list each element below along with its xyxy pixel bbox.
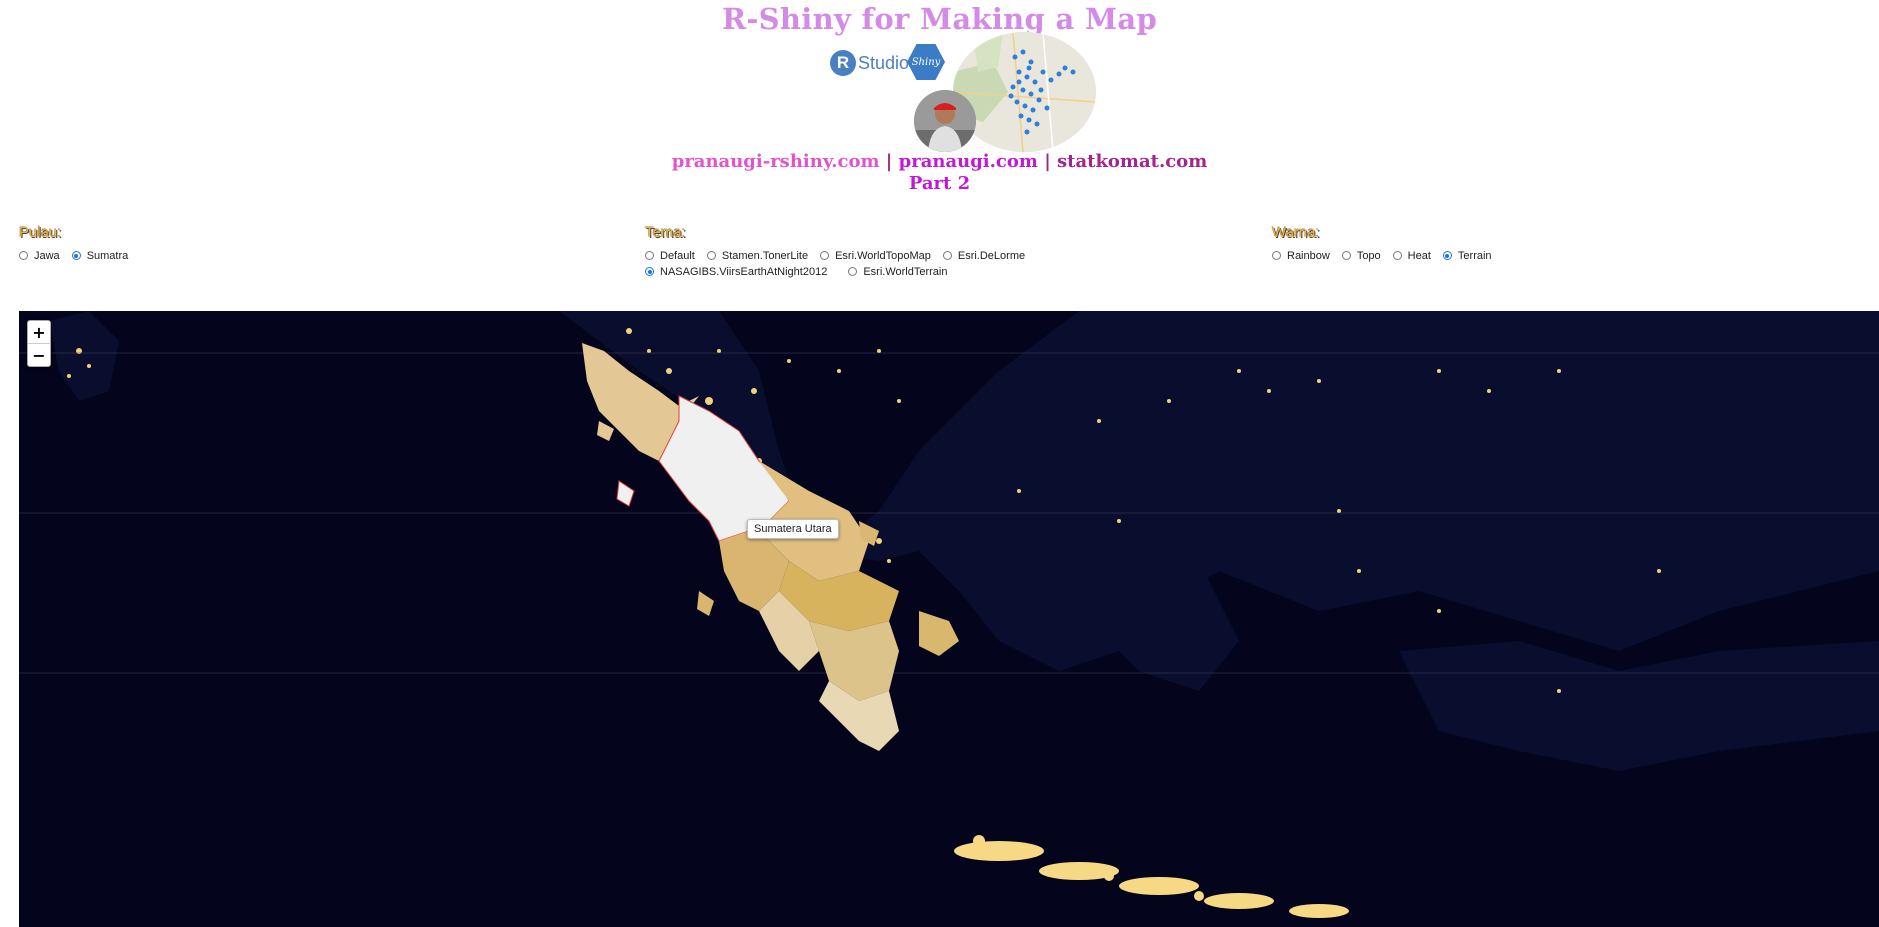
- link-statkomat[interactable]: statkomat.com: [1057, 151, 1207, 172]
- warna-radio[interactable]: [1392, 251, 1402, 260]
- link-pranaugi[interactable]: pranaugi.com: [899, 151, 1038, 172]
- warna-option-label: Rainbow: [1287, 249, 1330, 262]
- pulau-option[interactable]: Sumatra: [71, 249, 129, 262]
- author-photo: [914, 90, 976, 152]
- tema-radio[interactable]: [848, 267, 858, 276]
- map-tooltip: Sumatera Utara: [747, 519, 839, 539]
- warna-radio[interactable]: [1341, 251, 1351, 260]
- warna-control: Warna: Rainbow Topo Heat Terrain: [1272, 224, 1872, 262]
- tema-option[interactable]: Esri.WorldTopoMap: [820, 249, 931, 262]
- pulau-option-label: Sumatra: [86, 249, 129, 262]
- tema-option-label: Esri.WorldTopoMap: [835, 249, 931, 262]
- tema-option[interactable]: NASAGIBS.ViirsEarthAtNight2012: [645, 265, 827, 278]
- zoom-control: + −: [27, 320, 51, 367]
- tema-radio[interactable]: [706, 251, 716, 260]
- zoom-out-button[interactable]: −: [28, 343, 50, 366]
- app-header: R-Shiny for Making a Map R Studio Shiny: [0, 0, 1879, 200]
- warna-radio[interactable]: [1272, 251, 1281, 260]
- warna-radio[interactable]: [1442, 251, 1452, 260]
- tema-radio[interactable]: [645, 251, 654, 260]
- tema-options: Default Stamen.TonerLite Esri.WorldTopoMap…: [645, 249, 1225, 278]
- pulau-radio[interactable]: [19, 251, 28, 260]
- tema-option[interactable]: Esri.WorldTerrain: [848, 265, 947, 278]
- page-title: R-Shiny for Making a Map: [721, 2, 1158, 36]
- pulau-option[interactable]: Jawa: [19, 249, 60, 262]
- tema-radio[interactable]: [645, 267, 654, 276]
- map-preview-image: [953, 32, 1096, 152]
- site-links: pranaugi-rshiny.com | pranaugi.com | sta…: [671, 151, 1208, 172]
- tema-option-label: Stamen.TonerLite: [721, 249, 809, 262]
- tema-control: Tema: Default Stamen.TonerLite Esri.WorldT…: [645, 224, 1225, 278]
- pulau-control: Pulau: Jawa Sumatra: [19, 224, 619, 262]
- rstudio-logo-text: Studio: [858, 52, 910, 73]
- tema-option-label: Esri.DeLorme: [957, 249, 1026, 262]
- warna-option-label: Topo: [1356, 249, 1381, 262]
- tema-option[interactable]: Esri.DeLorme: [942, 249, 1026, 262]
- pulau-options: Jawa Sumatra: [19, 249, 619, 262]
- warna-label: Warna:: [1272, 224, 1320, 241]
- warna-option[interactable]: Rainbow: [1272, 249, 1330, 262]
- zoom-in-button[interactable]: +: [28, 321, 50, 343]
- warna-options: Rainbow Topo Heat Terrain: [1272, 249, 1872, 262]
- r-logo-icon: R: [830, 50, 856, 76]
- link-pranaugi-rshiny[interactable]: pranaugi-rshiny.com: [672, 151, 880, 172]
- part-label: Part 2: [908, 173, 971, 194]
- rstudio-logo: R Studio: [830, 48, 909, 78]
- warna-option[interactable]: Topo: [1341, 249, 1381, 262]
- tema-option[interactable]: Default: [645, 249, 695, 262]
- warna-option-label: Heat: [1407, 249, 1431, 262]
- tema-option-label: Esri.WorldTerrain: [863, 265, 948, 278]
- map-canvas[interactable]: [19, 311, 1879, 927]
- pulau-radio[interactable]: [71, 251, 81, 260]
- pulau-option-label: Jawa: [34, 249, 60, 262]
- warna-option[interactable]: Heat: [1392, 249, 1431, 262]
- warna-option-label: Terrain: [1457, 249, 1492, 262]
- pulau-label: Pulau:: [19, 224, 62, 241]
- tema-radio[interactable]: [820, 251, 830, 260]
- tema-label: Tema:: [645, 224, 686, 241]
- tema-radio[interactable]: [942, 251, 952, 260]
- night-map-svg: [19, 311, 1879, 927]
- shiny-logo-icon: Shiny: [907, 44, 945, 80]
- tema-option-label: NASAGIBS.ViirsEarthAtNight2012: [660, 265, 828, 278]
- tema-option[interactable]: Stamen.TonerLite: [706, 249, 809, 262]
- tema-option-label: Default: [660, 249, 695, 262]
- warna-option[interactable]: Terrain: [1442, 249, 1492, 262]
